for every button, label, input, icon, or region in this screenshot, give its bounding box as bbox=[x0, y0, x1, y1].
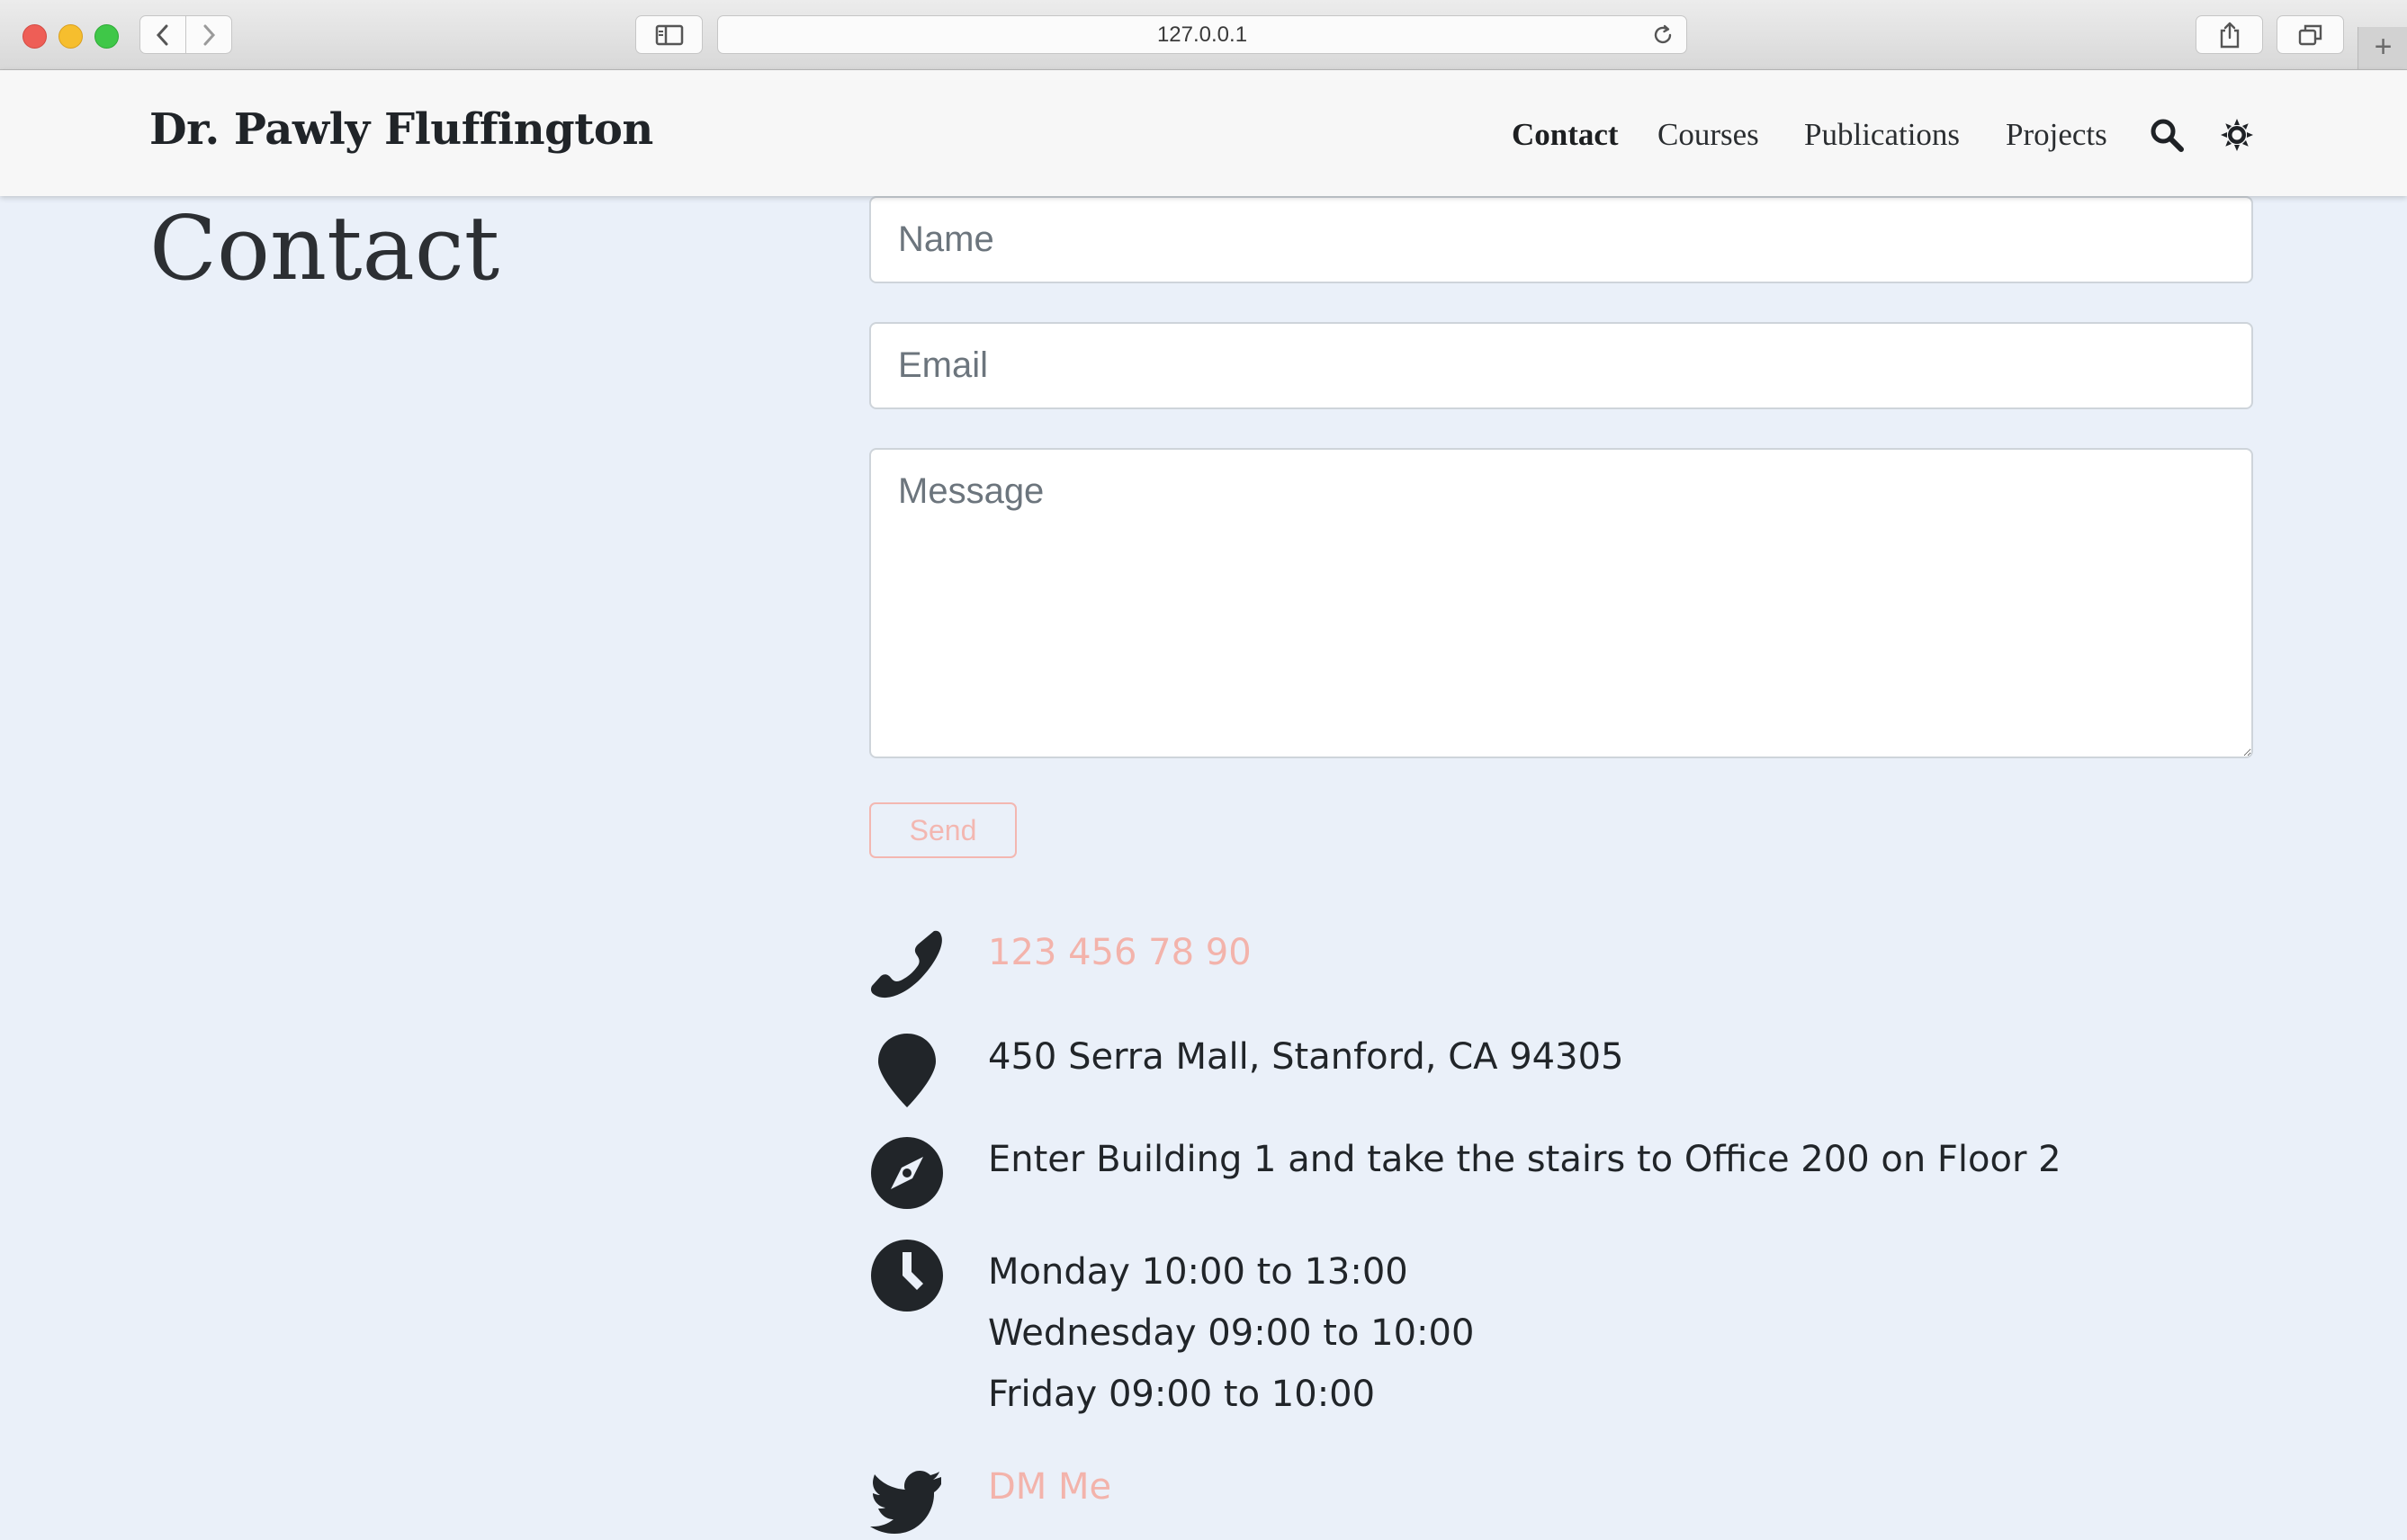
twitter-dm-link[interactable]: DM Me bbox=[988, 1466, 1111, 1508]
browser-toolbar: 127.0.0.1 + bbox=[0, 0, 2407, 70]
back-button[interactable] bbox=[139, 15, 186, 54]
theme-toggle-icon[interactable] bbox=[2219, 117, 2255, 153]
office-hours: Monday 10:00 to 13:00 Wednesday 09:00 to… bbox=[988, 1241, 1474, 1425]
tabs-icon bbox=[2298, 24, 2322, 45]
site-header: Dr. Pawly Fluffington Contact Courses Pu… bbox=[0, 70, 2407, 196]
nav-projects[interactable]: Projects bbox=[2006, 117, 2107, 153]
compass-icon bbox=[871, 1137, 943, 1209]
forward-button[interactable] bbox=[185, 15, 232, 54]
office-hours-friday: Friday 09:00 to 10:00 bbox=[988, 1374, 1376, 1415]
address-text: 450 Serra Mall, Stanford, CA 94305 bbox=[988, 1036, 1624, 1078]
share-icon bbox=[2220, 22, 2239, 48]
office-hours-monday: Monday 10:00 to 13:00 bbox=[988, 1251, 1408, 1293]
office-hours-wednesday: Wednesday 09:00 to 10:00 bbox=[988, 1312, 1475, 1354]
email-input[interactable] bbox=[869, 322, 2253, 409]
phone-icon bbox=[871, 930, 942, 998]
phone-link[interactable]: 123 456 78 90 bbox=[988, 932, 1252, 973]
new-tab-button[interactable]: + bbox=[2358, 27, 2407, 69]
chevron-right-icon bbox=[203, 24, 216, 45]
site-brand[interactable]: Dr. Pawly Fluffington bbox=[149, 104, 653, 155]
nav-publications[interactable]: Publications bbox=[1804, 117, 1960, 153]
map-pin-icon bbox=[878, 1034, 936, 1107]
show-tabs-button[interactable] bbox=[2277, 15, 2344, 54]
clock-icon bbox=[871, 1240, 943, 1312]
message-textarea[interactable] bbox=[869, 448, 2253, 758]
nav-courses[interactable]: Courses bbox=[1657, 117, 1759, 153]
directions-text: Enter Building 1 and take the stairs to … bbox=[988, 1139, 2061, 1180]
nav-contact[interactable]: Contact bbox=[1512, 117, 1619, 153]
share-button[interactable] bbox=[2196, 15, 2263, 54]
send-button[interactable]: Send bbox=[869, 802, 1017, 858]
close-window-button[interactable] bbox=[22, 24, 47, 49]
reload-icon[interactable] bbox=[1652, 24, 1674, 46]
sidebar-icon bbox=[655, 24, 683, 45]
page-title: Contact bbox=[149, 198, 500, 300]
sidebar-toggle-button[interactable] bbox=[635, 15, 703, 54]
chevron-left-icon bbox=[156, 24, 168, 45]
name-input[interactable] bbox=[869, 196, 2253, 283]
twitter-icon bbox=[870, 1471, 941, 1534]
search-icon[interactable] bbox=[2149, 117, 2185, 153]
maximize-window-button[interactable] bbox=[94, 24, 119, 49]
address-text: 127.0.0.1 bbox=[1156, 22, 1248, 47]
minimize-window-button[interactable] bbox=[58, 24, 83, 49]
address-bar[interactable]: 127.0.0.1 bbox=[717, 15, 1687, 54]
